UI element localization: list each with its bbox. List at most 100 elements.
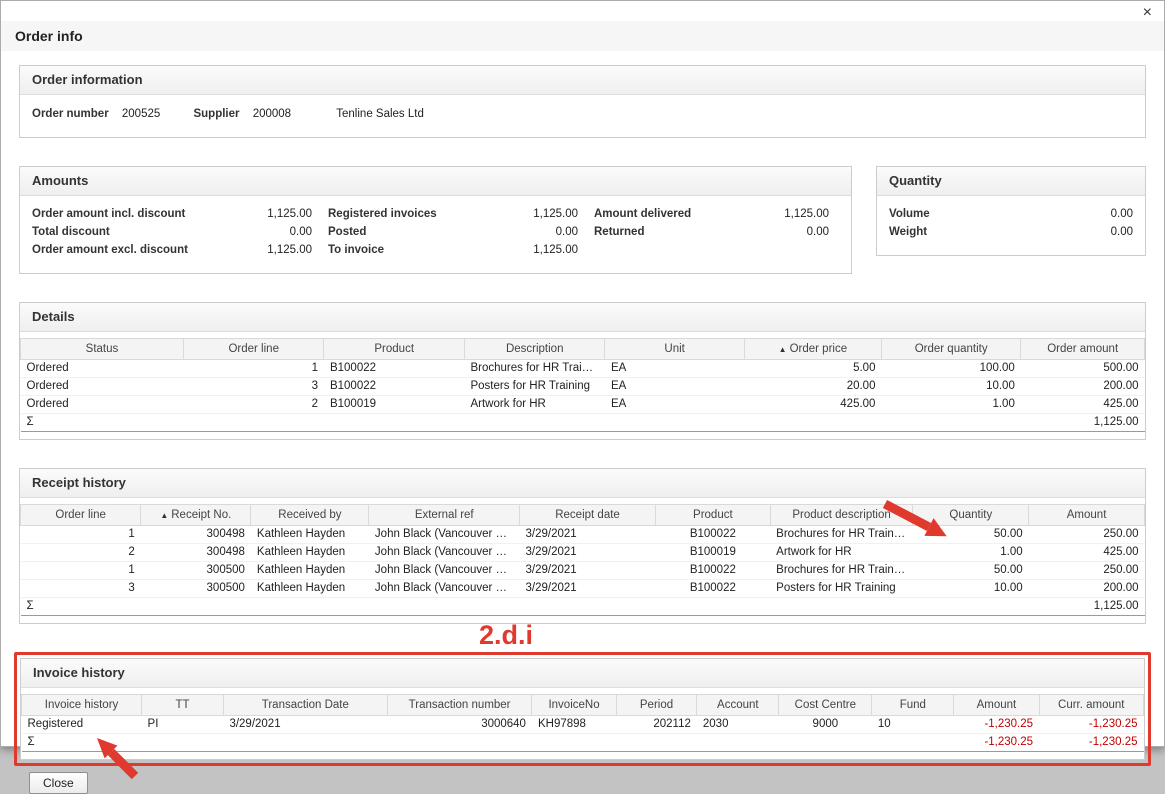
details-table-wrap: StatusOrder lineProductDescriptionUnit▲O…	[20, 332, 1145, 439]
table-row[interactable]: 1300500Kathleen HaydenJohn Black (Vancou…	[21, 562, 1145, 580]
order-number-label: Order number	[32, 108, 109, 120]
table-cell: 300500	[141, 562, 251, 580]
column-header-order-line[interactable]: Order line	[21, 505, 141, 526]
sum-cell	[251, 598, 369, 616]
sum-cell: -1,230.25	[1039, 734, 1143, 752]
quantity-value: 0.00	[1111, 225, 1133, 239]
column-header-amount[interactable]: Amount	[954, 695, 1039, 716]
column-header-external-ref[interactable]: External ref	[369, 505, 520, 526]
table-row[interactable]: 1300498Kathleen HaydenJohn Black (Vancou…	[21, 526, 1145, 544]
column-header-order-quantity[interactable]: Order quantity	[881, 339, 1020, 360]
column-header-description[interactable]: Description	[464, 339, 605, 360]
table-cell: 10.00	[913, 580, 1029, 598]
column-header-tt[interactable]: TT	[142, 695, 224, 716]
sum-cell: Σ	[21, 598, 141, 616]
column-header-order-line[interactable]: Order line	[183, 339, 324, 360]
table-cell: 3/29/2021	[520, 580, 656, 598]
table-cell: 1	[21, 562, 141, 580]
column-header-status[interactable]: Status	[21, 339, 184, 360]
table-cell: John Black (Vancouver Of...	[369, 580, 520, 598]
sum-cell: Σ	[22, 734, 142, 752]
table-row[interactable]: Ordered3B100022Posters for HR TrainingEA…	[21, 378, 1145, 396]
table-row[interactable]: RegisteredPI3/29/20213000640KH9789820211…	[22, 716, 1144, 734]
quantity-section: Quantity Volume0.00 Weight0.00	[876, 166, 1146, 256]
table-cell: EA	[605, 360, 744, 378]
column-header-receipt-no[interactable]: ▲Receipt No.	[141, 505, 251, 526]
table-cell: 5.00	[744, 360, 881, 378]
quantity-label: Weight	[889, 225, 927, 239]
amount-value: 1,125.00	[533, 243, 578, 257]
table-cell: Posters for HR Training	[464, 378, 605, 396]
table-cell: 3	[183, 378, 324, 396]
sum-cell	[520, 598, 656, 616]
column-header-product[interactable]: Product	[324, 339, 465, 360]
amounts-section: Amounts Order amount incl. discount1,125…	[19, 166, 852, 274]
amount-field: Registered invoices1,125.00	[328, 207, 578, 221]
table-cell: Kathleen Hayden	[251, 526, 369, 544]
column-header-invoice-history[interactable]: Invoice history	[22, 695, 142, 716]
invoice-history-section: Invoice history Invoice historyTTTransac…	[20, 658, 1145, 760]
table-cell: John Black (Vancouver Of...	[369, 544, 520, 562]
sum-cell	[223, 734, 387, 752]
column-header-account[interactable]: Account	[697, 695, 779, 716]
table-cell: 3/29/2021	[223, 716, 387, 734]
column-header-fund[interactable]: Fund	[872, 695, 954, 716]
sum-cell	[369, 598, 520, 616]
order-information-body: Order number 200525 Supplier 200008 Tenl…	[20, 95, 1145, 137]
column-header-cost-centre[interactable]: Cost Centre	[779, 695, 872, 716]
table-cell: 9000	[779, 716, 872, 734]
amount-label: Returned	[594, 225, 644, 239]
dialog-content: Order information Order number 200525 Su…	[1, 51, 1164, 794]
amount-value: 0.00	[556, 225, 578, 239]
column-header-received-by[interactable]: Received by	[251, 505, 369, 526]
sum-cell	[605, 414, 744, 432]
sum-cell: 1,125.00	[1029, 598, 1145, 616]
close-icon[interactable]: ×	[1143, 5, 1152, 21]
column-header-order-price[interactable]: ▲Order price	[744, 339, 881, 360]
amounts-body: Order amount incl. discount 1,125.00 Tota…	[20, 196, 851, 273]
table-row[interactable]: 2300498Kathleen HaydenJohn Black (Vancou…	[21, 544, 1145, 562]
amount-label: Order amount incl. discount	[32, 207, 185, 221]
column-header-invoice-no[interactable]: InvoiceNo	[532, 695, 616, 716]
table-cell: 3	[21, 580, 141, 598]
table-row[interactable]: 3300500Kathleen HaydenJohn Black (Vancou…	[21, 580, 1145, 598]
table-cell: 1	[183, 360, 324, 378]
column-header-order-amount[interactable]: Order amount	[1021, 339, 1145, 360]
amounts-column-2: Registered invoices1,125.00 Posted0.00 T…	[328, 207, 578, 261]
table-cell: Brochures for HR Traini...	[464, 360, 605, 378]
column-header-product[interactable]: Product	[656, 505, 771, 526]
close-button[interactable]: Close	[29, 772, 88, 794]
table-cell: 300498	[141, 526, 251, 544]
amount-value: 0.00	[290, 225, 312, 239]
column-header-period[interactable]: Period	[616, 695, 697, 716]
column-header-transaction-number[interactable]: Transaction number	[387, 695, 532, 716]
quantity-value: 0.00	[1111, 207, 1133, 221]
table-row[interactable]: Ordered1B100022Brochures for HR Traini..…	[21, 360, 1145, 378]
column-header-quantity[interactable]: Quantity	[913, 505, 1029, 526]
amounts-column-1: Order amount incl. discount1,125.00 Tota…	[32, 207, 312, 261]
table-cell: 1.00	[913, 544, 1029, 562]
column-header-amount[interactable]: Amount	[1029, 505, 1145, 526]
table-cell: -1,230.25	[954, 716, 1039, 734]
table-cell: 3000640	[387, 716, 532, 734]
amount-label: Total discount	[32, 225, 110, 239]
dialog-title: Order info	[1, 21, 1164, 51]
annotation-step-label: 2.d.i	[479, 621, 533, 649]
table-row[interactable]: Ordered2B100019Artwork for HREA425.001.0…	[21, 396, 1145, 414]
amount-label: Amount delivered	[594, 207, 691, 221]
sum-cell	[913, 598, 1029, 616]
column-header-transaction-date[interactable]: Transaction Date	[223, 695, 387, 716]
sum-cell	[872, 734, 954, 752]
order-information-section: Order information Order number 200525 Su…	[19, 65, 1146, 138]
table-cell: 2	[183, 396, 324, 414]
quantity-body: Volume0.00 Weight0.00	[877, 196, 1145, 255]
column-header-product-description[interactable]: Product description	[770, 505, 913, 526]
column-header-curr-amount[interactable]: Curr. amount	[1039, 695, 1143, 716]
table-cell: 50.00	[913, 562, 1029, 580]
table-cell: 50.00	[913, 526, 1029, 544]
table-cell: Posters for HR Training	[770, 580, 913, 598]
sum-cell	[464, 414, 605, 432]
table-cell: KH97898	[532, 716, 616, 734]
column-header-unit[interactable]: Unit	[605, 339, 744, 360]
column-header-receipt-date[interactable]: Receipt date	[520, 505, 656, 526]
